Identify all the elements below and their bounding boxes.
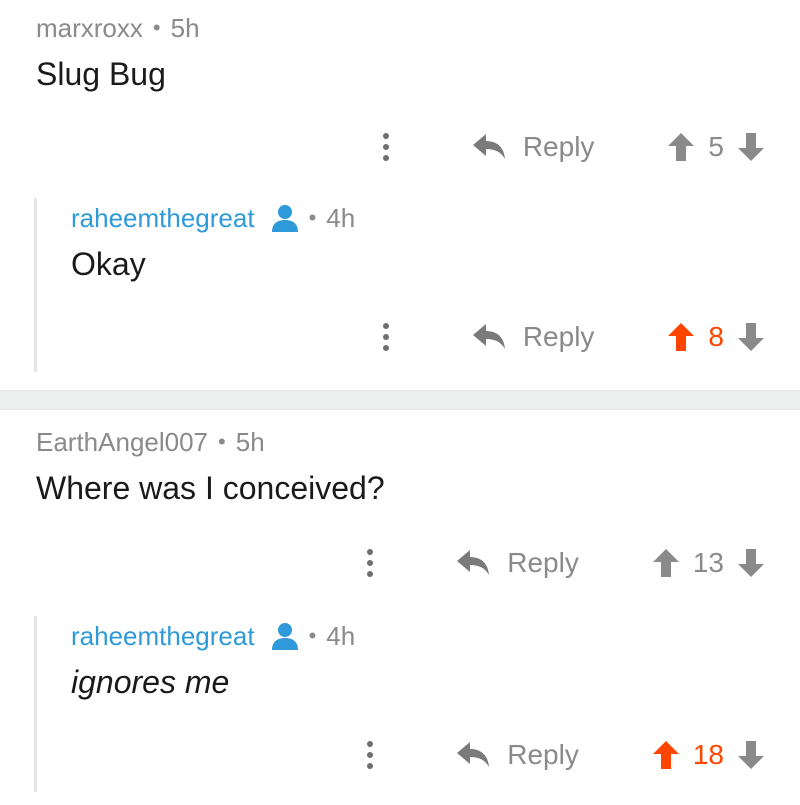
comment-thread-2: EarthAngel007 • 5h Where was I conceived… [0,410,800,800]
vote-score: 13 [692,547,724,578]
vote-controls: 13 [652,547,764,579]
reply-time: 4h [326,620,356,651]
reply-time: 4h [326,202,356,233]
reply-label: Reply [522,321,595,352]
user-icon [271,205,298,232]
more-options-icon[interactable] [355,538,385,588]
comment-time: 5h [235,426,265,457]
comment-actions: Reply 13 [355,538,764,588]
vote-controls: 18 [652,739,764,771]
arrow-up-icon[interactable] [652,549,679,577]
comment-meta: EarthAngel007 • 5h [36,422,764,462]
comment-body: Slug Bug [36,56,166,92]
comment-meta: marxroxx • 5h [36,8,764,48]
reply-actions: Reply 8 [371,312,764,362]
reply-button[interactable]: Reply [472,131,595,163]
arrow-down-icon[interactable] [738,549,764,577]
arrow-down-icon[interactable] [738,741,764,769]
meta-separator: • [218,429,226,454]
meta-separator: • [152,15,161,40]
meta-separator: • [308,623,317,648]
reply-meta: raheemthegreat • 4h [71,616,764,656]
reply-meta: raheemthegreat • 4h [71,198,764,238]
comment-actions: Reply 5 [371,122,764,172]
comment-time: 5h [170,12,200,43]
reply-button[interactable]: Reply [457,739,579,771]
reply-author[interactable]: raheemthegreat [71,203,255,234]
comment-author[interactable]: EarthAngel007 [36,427,208,458]
comment-thread-1: marxroxx • 5h Slug Bug Reply 5 raheemthe… [0,0,800,390]
comment-body: Where was I conceived? [36,470,385,506]
reply-arrow-icon [457,550,490,575]
reply-arrow-icon [472,324,505,349]
reply-label: Reply [522,131,595,162]
arrow-down-icon[interactable] [738,323,764,351]
vote-score: 5 [708,131,724,162]
vote-controls: 8 [668,321,764,353]
arrow-up-icon[interactable] [652,741,679,769]
reply-body: ignores me [71,664,230,700]
reply-actions: Reply 18 [355,730,764,780]
arrow-down-icon[interactable] [738,133,764,161]
vote-controls: 5 [668,131,764,163]
reply-button[interactable]: Reply [472,321,595,353]
reply-author[interactable]: raheemthegreat [71,621,255,652]
arrow-up-icon[interactable] [668,323,695,351]
comment: marxroxx • 5h Slug Bug [36,8,764,93]
arrow-up-icon[interactable] [668,133,695,161]
reply-arrow-icon [472,134,505,159]
more-options-icon[interactable] [371,122,401,172]
more-options-icon[interactable] [355,730,385,780]
comment-author[interactable]: marxroxx [36,13,143,44]
reply-label: Reply [507,739,579,770]
reply-button[interactable]: Reply [457,547,579,579]
meta-separator: • [308,205,317,230]
reply-arrow-icon [457,742,490,767]
reply-body: Okay [71,246,146,282]
comment: EarthAngel007 • 5h Where was I conceived… [36,422,764,507]
vote-score: 18 [692,739,724,770]
vote-score: 8 [708,321,724,352]
thread-divider [0,390,800,410]
user-icon [271,623,298,650]
more-options-icon[interactable] [371,312,401,362]
reply-label: Reply [507,547,579,578]
